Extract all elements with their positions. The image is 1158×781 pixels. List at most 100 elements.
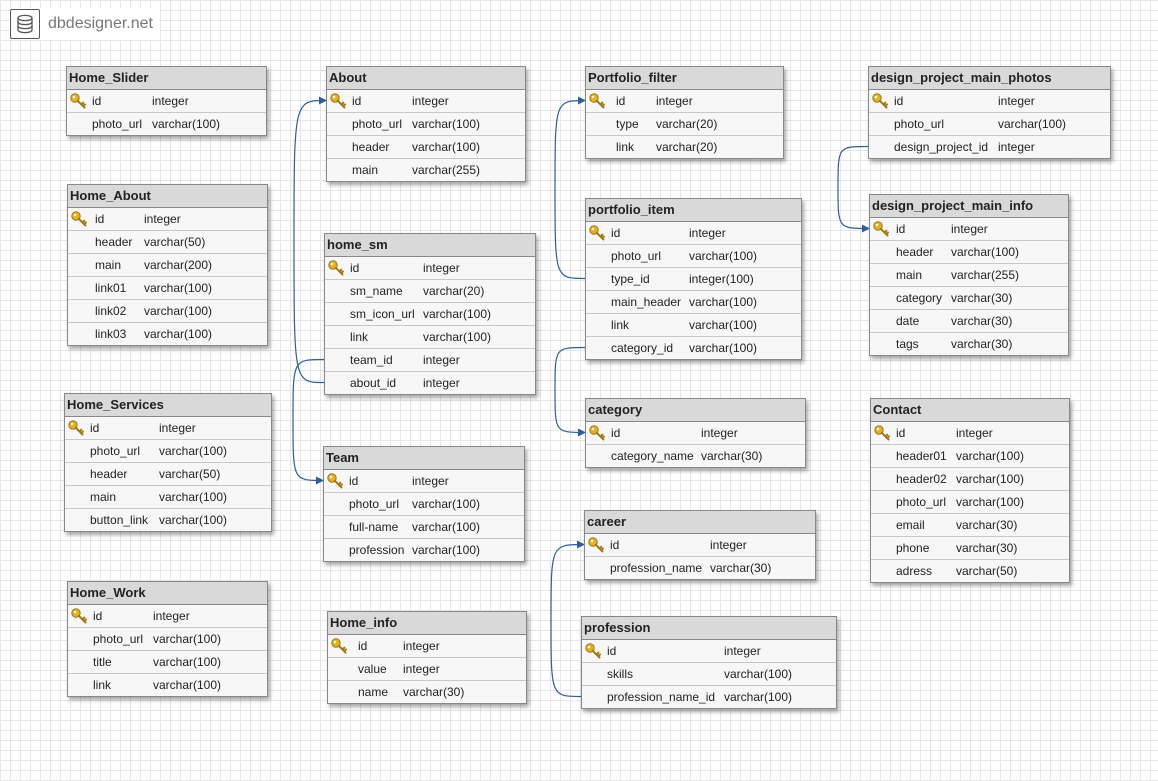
table-design-project-main-info[interactable]: design_project_main_info id integer header v…	[869, 194, 1069, 356]
table-title[interactable]: portfolio_item	[586, 199, 801, 222]
table-row[interactable]: profession_name varchar(30)	[585, 557, 815, 579]
table-row[interactable]: photo_url varchar(100)	[65, 440, 271, 463]
table-row[interactable]: link varchar(100)	[325, 326, 535, 349]
table-row[interactable]: photo_url varchar(100)	[324, 493, 524, 516]
table-contact[interactable]: Contact id integer header01 varchar(100) head…	[870, 398, 1070, 583]
table-title[interactable]: Home_Slider	[67, 67, 266, 90]
table-row[interactable]: photo_url varchar(100)	[68, 628, 267, 651]
table-row[interactable]: header02 varchar(100)	[871, 468, 1069, 491]
table-row[interactable]: main varchar(255)	[327, 159, 525, 181]
table-row[interactable]: header varchar(50)	[65, 463, 271, 486]
table-row[interactable]: sm_icon_url varchar(100)	[325, 303, 535, 326]
table-title[interactable]: Home_Work	[68, 582, 267, 605]
table-title[interactable]: Home_About	[68, 185, 267, 208]
table-row[interactable]: adress varchar(50)	[871, 560, 1069, 582]
table-row[interactable]: id integer	[586, 422, 805, 445]
table-row[interactable]: id integer	[325, 257, 535, 280]
table-row[interactable]: sm_name varchar(20)	[325, 280, 535, 303]
table-home-sm[interactable]: home_sm id integer sm_name varchar(20) sm_ico…	[324, 233, 536, 395]
table-title[interactable]: Home_info	[328, 612, 526, 635]
table-row[interactable]: id integer	[68, 208, 267, 231]
table-row[interactable]: photo_url varchar(100)	[327, 113, 525, 136]
table-title[interactable]: Team	[324, 447, 524, 470]
table-row[interactable]: type varchar(20)	[586, 113, 783, 136]
table-portfolio-item[interactable]: portfolio_item id integer photo_url varchar(…	[585, 198, 802, 360]
table-title[interactable]: Portfolio_filter	[586, 67, 783, 90]
table-row[interactable]: id integer	[68, 605, 267, 628]
table-category[interactable]: category id integer category_name varchar(30…	[585, 398, 806, 468]
table-team[interactable]: Team id integer photo_url varchar(100) full-n…	[323, 446, 525, 562]
table-row[interactable]: id integer	[328, 635, 526, 658]
table-title[interactable]: home_sm	[325, 234, 535, 257]
table-row[interactable]: id integer	[324, 470, 524, 493]
table-profession[interactable]: profession id integer skills varchar(100) pro…	[581, 616, 837, 709]
table-row[interactable]: link varchar(20)	[586, 136, 783, 158]
table-row[interactable]: button_link varchar(100)	[65, 509, 271, 531]
table-title[interactable]: category	[586, 399, 805, 422]
table-title[interactable]: design_project_main_photos	[869, 67, 1110, 90]
table-row[interactable]: id integer	[65, 417, 271, 440]
table-row[interactable]: type_id integer(100)	[586, 268, 801, 291]
table-row[interactable]: id integer	[585, 534, 815, 557]
table-row[interactable]: id integer	[586, 90, 783, 113]
table-title[interactable]: About	[327, 67, 525, 90]
table-about[interactable]: About id integer photo_url varchar(100) heade…	[326, 66, 526, 182]
table-row[interactable]: main varchar(255)	[870, 264, 1068, 287]
table-home-info[interactable]: Home_info id integer value integer name varcha…	[327, 611, 527, 704]
table-row[interactable]: link03 varchar(100)	[68, 323, 267, 345]
table-row[interactable]: value integer	[328, 658, 526, 681]
table-row[interactable]: category varchar(30)	[870, 287, 1068, 310]
relation-connector[interactable]	[554, 96, 586, 280]
table-row[interactable]: category_id varchar(100)	[586, 337, 801, 359]
table-row[interactable]: header01 varchar(100)	[871, 445, 1069, 468]
table-row[interactable]: skills varchar(100)	[582, 663, 836, 686]
table-home-work[interactable]: Home_Work id integer photo_url varchar(100) t…	[67, 581, 268, 697]
table-home-slider[interactable]: Home_Slider id integer photo_url varchar(100…	[66, 66, 267, 136]
table-row[interactable]: photo_url varchar(100)	[586, 245, 801, 268]
relation-connector[interactable]	[554, 346, 586, 437]
table-row[interactable]: header varchar(50)	[68, 231, 267, 254]
table-career[interactable]: career id integer profession_name varchar(30…	[584, 510, 816, 580]
table-row[interactable]: photo_url varchar(100)	[67, 113, 266, 135]
table-row[interactable]: id integer	[327, 90, 525, 113]
table-title[interactable]: design_project_main_info	[870, 195, 1068, 218]
relation-connector[interactable]	[293, 96, 327, 384]
relation-connector[interactable]	[292, 358, 325, 485]
relation-connector[interactable]	[837, 145, 870, 233]
relation-connector[interactable]	[550, 540, 585, 698]
table-row[interactable]: id integer	[871, 422, 1069, 445]
table-home-services[interactable]: Home_Services id integer photo_url varchar(1…	[64, 393, 272, 532]
table-row[interactable]: category_name varchar(30)	[586, 445, 805, 467]
table-row[interactable]: photo_url varchar(100)	[869, 113, 1110, 136]
table-row[interactable]: photo_url varchar(100)	[871, 491, 1069, 514]
table-title[interactable]: Home_Services	[65, 394, 271, 417]
table-row[interactable]: name varchar(30)	[328, 681, 526, 703]
table-title[interactable]: profession	[582, 617, 836, 640]
table-row[interactable]: link varchar(100)	[68, 674, 267, 696]
table-row[interactable]: design_project_id integer	[869, 136, 1110, 158]
table-title[interactable]: Contact	[871, 399, 1069, 422]
table-design-project-main-photos[interactable]: design_project_main_photos id integer photo…	[868, 66, 1111, 159]
table-row[interactable]: main_header varchar(100)	[586, 291, 801, 314]
table-row[interactable]: main varchar(100)	[65, 486, 271, 509]
table-row[interactable]: date varchar(30)	[870, 310, 1068, 333]
table-row[interactable]: link varchar(100)	[586, 314, 801, 337]
table-row[interactable]: phone varchar(30)	[871, 537, 1069, 560]
table-row[interactable]: id integer	[582, 640, 836, 663]
table-portfolio-filter[interactable]: Portfolio_filter id integer type varchar(20)…	[585, 66, 784, 159]
table-row[interactable]: about_id integer	[325, 372, 535, 394]
table-row[interactable]: main varchar(200)	[68, 254, 267, 277]
table-home-about[interactable]: Home_About id integer header varchar(50) main…	[67, 184, 268, 346]
table-row[interactable]: team_id integer	[325, 349, 535, 372]
table-row[interactable]: link01 varchar(100)	[68, 277, 267, 300]
brand-logo[interactable]: dbdesigner.net	[10, 8, 160, 40]
table-row[interactable]: id integer	[67, 90, 266, 113]
table-row[interactable]: header varchar(100)	[327, 136, 525, 159]
table-row[interactable]: full-name varchar(100)	[324, 516, 524, 539]
table-title[interactable]: career	[585, 511, 815, 534]
table-row[interactable]: email varchar(30)	[871, 514, 1069, 537]
table-row[interactable]: link02 varchar(100)	[68, 300, 267, 323]
table-row[interactable]: profession_name_id varchar(100)	[582, 686, 836, 708]
table-row[interactable]: id integer	[869, 90, 1110, 113]
table-row[interactable]: title varchar(100)	[68, 651, 267, 674]
